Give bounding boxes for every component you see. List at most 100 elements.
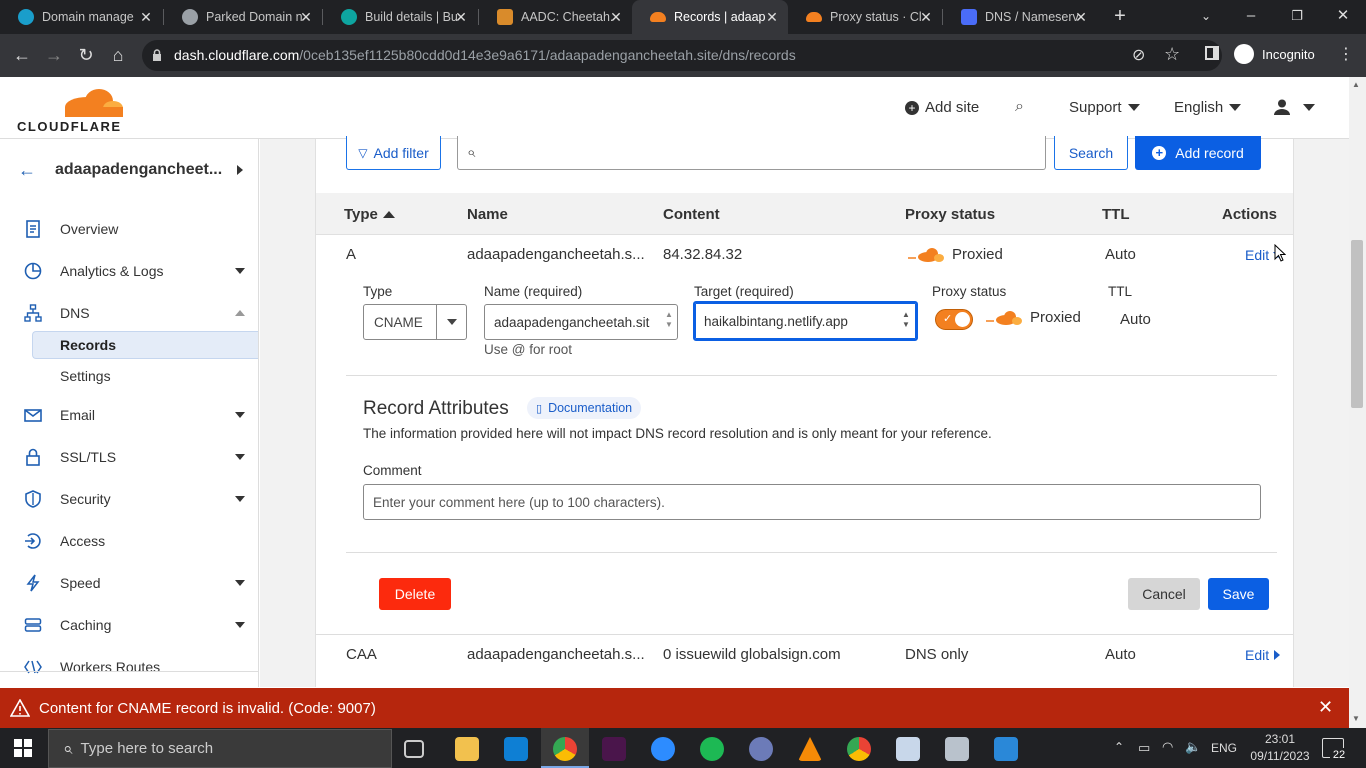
chrome-icon[interactable] <box>553 737 577 761</box>
site-info-icon[interactable] <box>152 49 162 61</box>
taskbar-search[interactable]: ⌕ Type here to search <box>48 729 392 768</box>
sidebar-divider <box>0 671 258 672</box>
sidebar-item-settings[interactable]: Settings <box>0 358 258 394</box>
eye-off-icon[interactable]: ⊘ <box>1132 45 1145 65</box>
delete-button[interactable]: Delete <box>379 578 451 610</box>
new-tab-icon[interactable]: + <box>1097 0 1143 34</box>
sidebar-item-workers-routes[interactable]: Workers Routes <box>0 649 258 685</box>
chevron-down-icon <box>235 412 245 418</box>
sidebar-item-overview[interactable]: Overview <box>0 211 258 247</box>
sidebar-item-speed[interactable]: Speed <box>0 565 258 601</box>
browser-tab[interactable]: AADC: Cheetah. ✕ <box>479 0 632 34</box>
back-icon[interactable]: ← <box>10 44 34 68</box>
edit-record-link[interactable]: Edit <box>1245 647 1281 663</box>
close-icon[interactable]: ✕ <box>1318 697 1333 718</box>
sidebar-item-records[interactable]: Records <box>32 331 258 359</box>
record-type-select[interactable]: CNAME <box>363 304 467 340</box>
url-host: dash.cloudflare.com <box>174 47 300 63</box>
spotify-icon[interactable] <box>700 737 724 761</box>
browser-tab[interactable]: Parked Domain n ✕ <box>164 0 322 34</box>
battery-icon[interactable]: ▭ <box>1138 740 1150 756</box>
task-view-icon[interactable] <box>404 740 424 758</box>
search-icon[interactable]: ⌕ <box>1015 98 1024 116</box>
back-arrow-icon[interactable]: ← <box>18 160 36 181</box>
ttl-value: Auto <box>1120 311 1151 328</box>
app-icon[interactable] <box>994 737 1018 761</box>
minimize-icon[interactable]: – <box>1228 0 1274 34</box>
target-spin-buttons[interactable]: ▲ ▼ <box>899 310 913 330</box>
tab-search-icon[interactable]: ⌄ <box>1183 0 1229 34</box>
add-filter-button[interactable]: ▽ Add filter <box>346 136 441 170</box>
sidebar-item-caching[interactable]: Caching <box>0 607 258 643</box>
close-tab-icon[interactable]: ✕ <box>918 9 934 25</box>
add-record-button[interactable]: + Add record <box>1135 136 1261 170</box>
sort-ascending-icon <box>382 211 395 218</box>
chrome-profile-icon[interactable] <box>847 737 871 761</box>
wifi-icon[interactable]: ◠ <box>1162 739 1173 755</box>
close-tab-icon[interactable]: ✕ <box>764 9 780 25</box>
browser-tab[interactable]: Proxy status · Cl ✕ <box>788 0 942 34</box>
bookmark-star-icon[interactable]: ☆ <box>1164 44 1180 65</box>
clock[interactable]: 23:01 09/11/2023 <box>1250 731 1310 765</box>
browser-menu-icon[interactable]: ⋮ <box>1338 44 1354 64</box>
close-tab-icon[interactable]: ✕ <box>298 9 314 25</box>
scroll-up-icon[interactable]: ▲ <box>1352 80 1360 89</box>
search-input[interactable]: ⌕ <box>457 136 1046 170</box>
window-close-icon[interactable]: ✕ <box>1320 0 1366 34</box>
scroll-down-icon[interactable]: ▼ <box>1352 714 1360 723</box>
record-target-input[interactable]: haikalbintang.netlify.app <box>693 301 918 341</box>
close-tab-icon[interactable]: ✕ <box>608 9 624 25</box>
browser-tab-active[interactable]: Records | adaap ✕ <box>632 0 788 34</box>
zoom-icon[interactable] <box>651 737 675 761</box>
save-button[interactable]: Save <box>1208 578 1269 610</box>
sidebar-item-dns[interactable]: DNS <box>0 295 258 331</box>
sidebar-item-email[interactable]: Email <box>0 397 258 433</box>
close-tab-icon[interactable]: ✕ <box>1073 9 1089 25</box>
proxy-status-value: Proxied <box>986 309 1081 326</box>
comment-input[interactable]: Enter your comment here (up to 100 chara… <box>363 484 1261 520</box>
windows-start-icon[interactable] <box>14 739 32 757</box>
language-indicator[interactable]: ENG <box>1211 741 1237 755</box>
tray-overflow-icon[interactable]: ⌃ <box>1114 740 1124 754</box>
close-tab-icon[interactable]: ✕ <box>453 9 469 25</box>
incognito-indicator[interactable]: Incognito <box>1234 44 1315 64</box>
cloudflare-logo[interactable]: CLOUDFLARE <box>17 87 127 137</box>
app-icon[interactable] <box>896 737 920 761</box>
proxy-toggle[interactable]: ✓ <box>935 309 973 330</box>
documentation-link[interactable]: ▯ Documentation <box>527 397 642 419</box>
search-button[interactable]: Search <box>1054 136 1128 170</box>
user-menu[interactable] <box>1273 99 1315 115</box>
add-site-link[interactable]: + Add site <box>905 99 979 116</box>
record-name-input[interactable]: adaapadengancheetah.sit <box>484 304 678 340</box>
vscode-icon[interactable] <box>504 737 528 761</box>
support-menu[interactable]: Support <box>1069 99 1140 116</box>
browser-tab[interactable]: DNS / Nameserv ✕ <box>943 0 1097 34</box>
sidebar: ← adaapadengancheet... Overview Analytic… <box>0 139 259 687</box>
sidebar-item-security[interactable]: Security <box>0 481 258 517</box>
browser-tab[interactable]: Build details | Bu ✕ <box>323 0 477 34</box>
browser-tab[interactable]: Domain manage ✕ <box>0 0 162 34</box>
language-menu[interactable]: English <box>1174 99 1242 116</box>
file-explorer-icon[interactable] <box>455 737 479 761</box>
side-panel-icon[interactable] <box>1205 46 1219 60</box>
slack-icon[interactable] <box>602 737 626 761</box>
restore-icon[interactable]: ❐ <box>1274 0 1320 34</box>
sidebar-domain-switcher[interactable]: ← adaapadengancheet... <box>0 152 258 188</box>
volume-icon[interactable]: 🔈 <box>1185 739 1201 755</box>
sidebar-item-ssl-tls[interactable]: SSL/TLS <box>0 439 258 475</box>
close-tab-icon[interactable]: ✕ <box>138 9 154 25</box>
forward-icon[interactable]: → <box>42 44 66 68</box>
cancel-button[interactable]: Cancel <box>1128 578 1200 610</box>
tab-favicon-icon <box>341 9 357 25</box>
app-icon[interactable] <box>749 737 773 761</box>
chevron-down-icon <box>235 268 245 274</box>
scrollbar-thumb[interactable] <box>1351 240 1363 408</box>
sidebar-item-access[interactable]: Access <box>0 523 258 559</box>
home-icon[interactable]: ⌂ <box>106 44 130 68</box>
name-spin-buttons[interactable]: ▲ ▼ <box>662 310 676 330</box>
reload-icon[interactable]: ↻ <box>74 44 98 68</box>
app-icon[interactable] <box>945 737 969 761</box>
sidebar-item-analytics[interactable]: Analytics & Logs <box>0 253 258 289</box>
ttl-label: TTL <box>1108 284 1133 299</box>
column-header-type[interactable]: Type <box>344 206 395 223</box>
